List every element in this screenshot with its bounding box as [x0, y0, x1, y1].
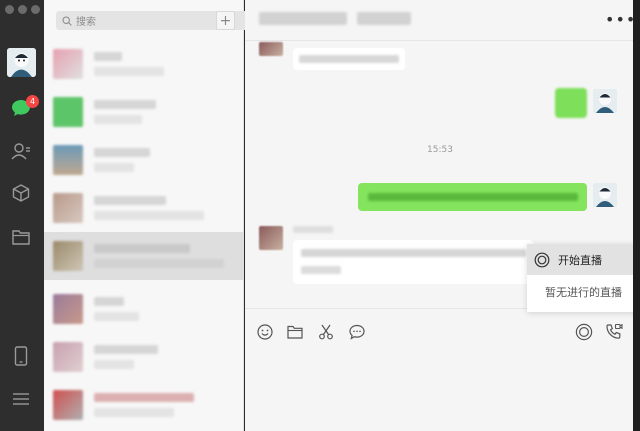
search-icon	[62, 15, 72, 26]
message-text-redacted	[368, 193, 578, 201]
contact-name-redacted	[94, 345, 158, 354]
conversation-list: 搜索 +	[44, 0, 251, 431]
avatar	[593, 183, 617, 207]
list-item[interactable]	[44, 285, 244, 333]
contact-avatar	[53, 49, 83, 79]
message-input-area[interactable]	[245, 308, 640, 431]
list-item[interactable]	[44, 40, 244, 88]
live-icon	[534, 252, 550, 267]
list-item[interactable]	[44, 333, 244, 381]
message-timestamp: 15:53	[427, 145, 453, 155]
hamburger-menu-icon	[13, 393, 29, 405]
chat-title-redacted	[259, 12, 347, 25]
more-options-button[interactable]: •••	[605, 10, 636, 29]
add-button[interactable]: +	[216, 11, 235, 30]
message-preview-redacted	[94, 360, 134, 369]
voice-video-call-button[interactable]	[605, 323, 623, 341]
phone-video-icon	[606, 323, 623, 339]
folder-icon	[287, 325, 303, 339]
folder-icon	[12, 230, 30, 245]
live-stream-button[interactable]	[575, 323, 593, 341]
contacts-icon	[11, 143, 30, 160]
message-preview-redacted	[94, 408, 174, 417]
contact-name-redacted	[94, 393, 194, 402]
chat-bubble-icon	[349, 324, 365, 340]
desktop-background-edge	[633, 0, 640, 431]
menu-nav-button[interactable]	[10, 388, 32, 410]
list-item[interactable]	[44, 381, 244, 429]
message-preview-redacted	[94, 211, 204, 220]
contact-name-redacted	[94, 52, 122, 61]
list-item[interactable]	[44, 136, 244, 184]
contact-name-redacted	[94, 148, 150, 157]
favorites-nav-button[interactable]	[10, 182, 32, 204]
message-text-redacted	[299, 55, 399, 63]
avatar	[593, 89, 617, 113]
list-item[interactable]	[44, 184, 244, 232]
window-minimize-button[interactable]	[18, 5, 27, 14]
screenshot-button[interactable]	[317, 323, 335, 341]
start-live-label: 开始直播	[558, 253, 602, 267]
contacts-nav-button[interactable]	[10, 140, 32, 162]
live-icon	[575, 323, 593, 341]
scissors-icon	[319, 324, 333, 340]
contact-avatar	[53, 97, 83, 127]
message-preview-redacted	[94, 163, 134, 172]
contact-name-redacted	[94, 100, 156, 109]
message-preview-redacted	[94, 312, 139, 321]
outgoing-message-bubble	[555, 88, 587, 118]
outgoing-message-bubble	[358, 183, 587, 211]
contact-name-redacted	[94, 244, 190, 253]
incoming-message-bubble	[293, 240, 533, 284]
mobile-phone-icon	[14, 346, 28, 366]
chat-subtitle-redacted	[357, 12, 411, 25]
list-item[interactable]	[44, 88, 244, 136]
contact-avatar	[53, 145, 83, 175]
incoming-message-bubble	[293, 48, 405, 70]
contact-avatar	[259, 42, 283, 56]
contact-name-redacted	[94, 297, 124, 306]
chat-history-button[interactable]	[348, 323, 366, 341]
live-menu-popup: 开始直播 暂无进行的直播	[527, 244, 640, 312]
contact-avatar	[259, 226, 283, 250]
emoji-icon	[257, 324, 273, 340]
sender-name-redacted	[293, 226, 333, 233]
send-file-button[interactable]	[286, 323, 304, 341]
contact-avatar	[53, 241, 83, 271]
chat-header: •••	[245, 0, 640, 41]
emoji-button[interactable]	[256, 323, 274, 341]
start-live-button[interactable]: 开始直播	[527, 244, 640, 275]
search-placeholder: 搜索	[76, 17, 96, 28]
window-zoom-button[interactable]	[31, 5, 40, 14]
cube-icon	[12, 184, 30, 202]
contact-avatar	[53, 193, 83, 223]
user-avatar-icon	[593, 183, 617, 207]
user-avatar-icon	[7, 48, 36, 77]
message-text-redacted	[301, 266, 341, 274]
chat-panel: ••• 15:53	[245, 0, 640, 431]
user-avatar-icon	[593, 89, 617, 113]
plus-icon: +	[219, 12, 232, 29]
list-item-selected[interactable]	[44, 232, 244, 280]
nav-bar: 4	[0, 0, 44, 431]
message-text-redacted	[301, 249, 526, 257]
wechat-window: 4 搜索 + ••• 15:53 开始直播 暂无进行的直播	[0, 0, 640, 431]
message-preview-redacted	[94, 115, 142, 124]
message-preview-redacted	[94, 67, 164, 76]
no-live-label: 暂无进行的直播	[545, 286, 622, 299]
contact-avatar	[53, 294, 83, 324]
files-nav-button[interactable]	[10, 226, 32, 248]
unread-badge: 4	[26, 95, 39, 108]
phone-nav-button[interactable]	[10, 345, 32, 367]
message-preview-redacted	[94, 259, 224, 268]
contact-name-redacted	[94, 196, 166, 205]
contact-avatar	[53, 390, 83, 420]
window-close-button[interactable]	[5, 5, 14, 14]
avatar[interactable]	[7, 48, 36, 77]
contact-avatar	[53, 342, 83, 372]
